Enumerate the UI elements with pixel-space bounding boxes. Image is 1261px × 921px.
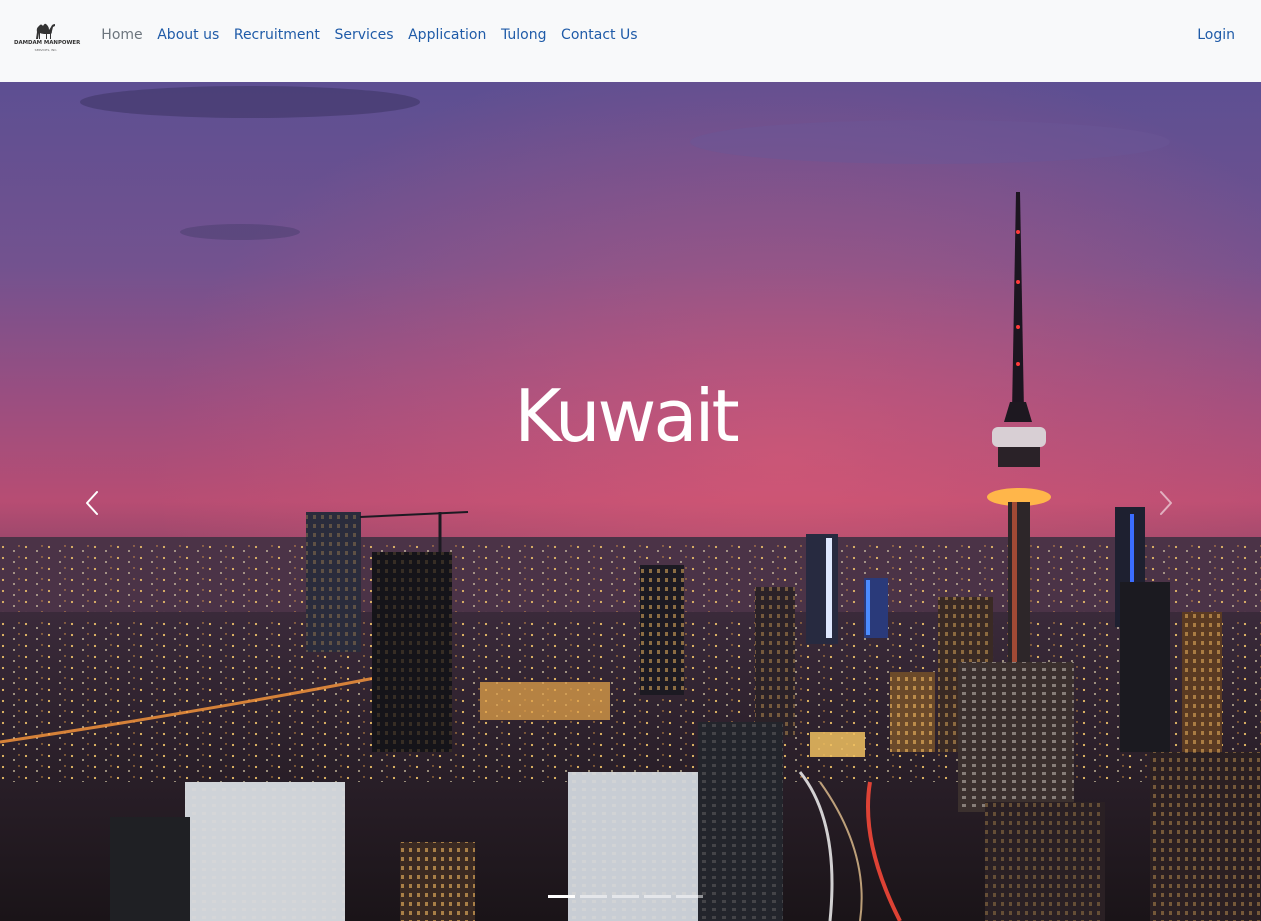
carousel-indicator-3[interactable] — [612, 895, 639, 898]
nav-item-contact-us[interactable]: Contact Us — [554, 24, 645, 46]
carousel-indicator-1[interactable] — [548, 895, 575, 898]
carousel-caption: Kuwait — [514, 374, 740, 458]
carousel-next-button[interactable] — [1146, 477, 1186, 527]
nav-item-home[interactable]: Home — [94, 24, 150, 46]
nav-menu: Home About us Recruitment Services Appli… — [94, 24, 645, 46]
chevron-left-icon — [86, 491, 98, 515]
nav-item-about-us[interactable]: About us — [150, 24, 227, 46]
top-navbar: DAMDAM MANPOWER SERVICES, INC. Home Abou… — [0, 0, 1261, 82]
carousel-indicators — [548, 895, 703, 898]
kuwait-skyline-image — [0, 82, 1261, 921]
brand-name: DAMDAM MANPOWER — [14, 40, 81, 46]
hero-carousel: Kuwait — [0, 82, 1261, 921]
camel-icon — [36, 23, 55, 39]
carousel-prev-button[interactable] — [72, 477, 112, 527]
chevron-right-icon — [1160, 491, 1172, 515]
carousel-indicator-4[interactable] — [644, 895, 671, 898]
nav-item-recruitment[interactable]: Recruitment — [227, 24, 328, 46]
login-link[interactable]: Login — [1197, 24, 1235, 46]
nav-item-tulong[interactable]: Tulong — [494, 24, 554, 46]
nav-item-services[interactable]: Services — [327, 24, 401, 46]
carousel-indicator-5[interactable] — [676, 895, 703, 898]
brand-logo[interactable]: DAMDAM MANPOWER SERVICES, INC. — [14, 17, 81, 57]
carousel-indicator-2[interactable] — [580, 895, 607, 898]
nav-item-application[interactable]: Application — [401, 24, 494, 46]
brand-tagline: SERVICES, INC. — [34, 48, 58, 52]
